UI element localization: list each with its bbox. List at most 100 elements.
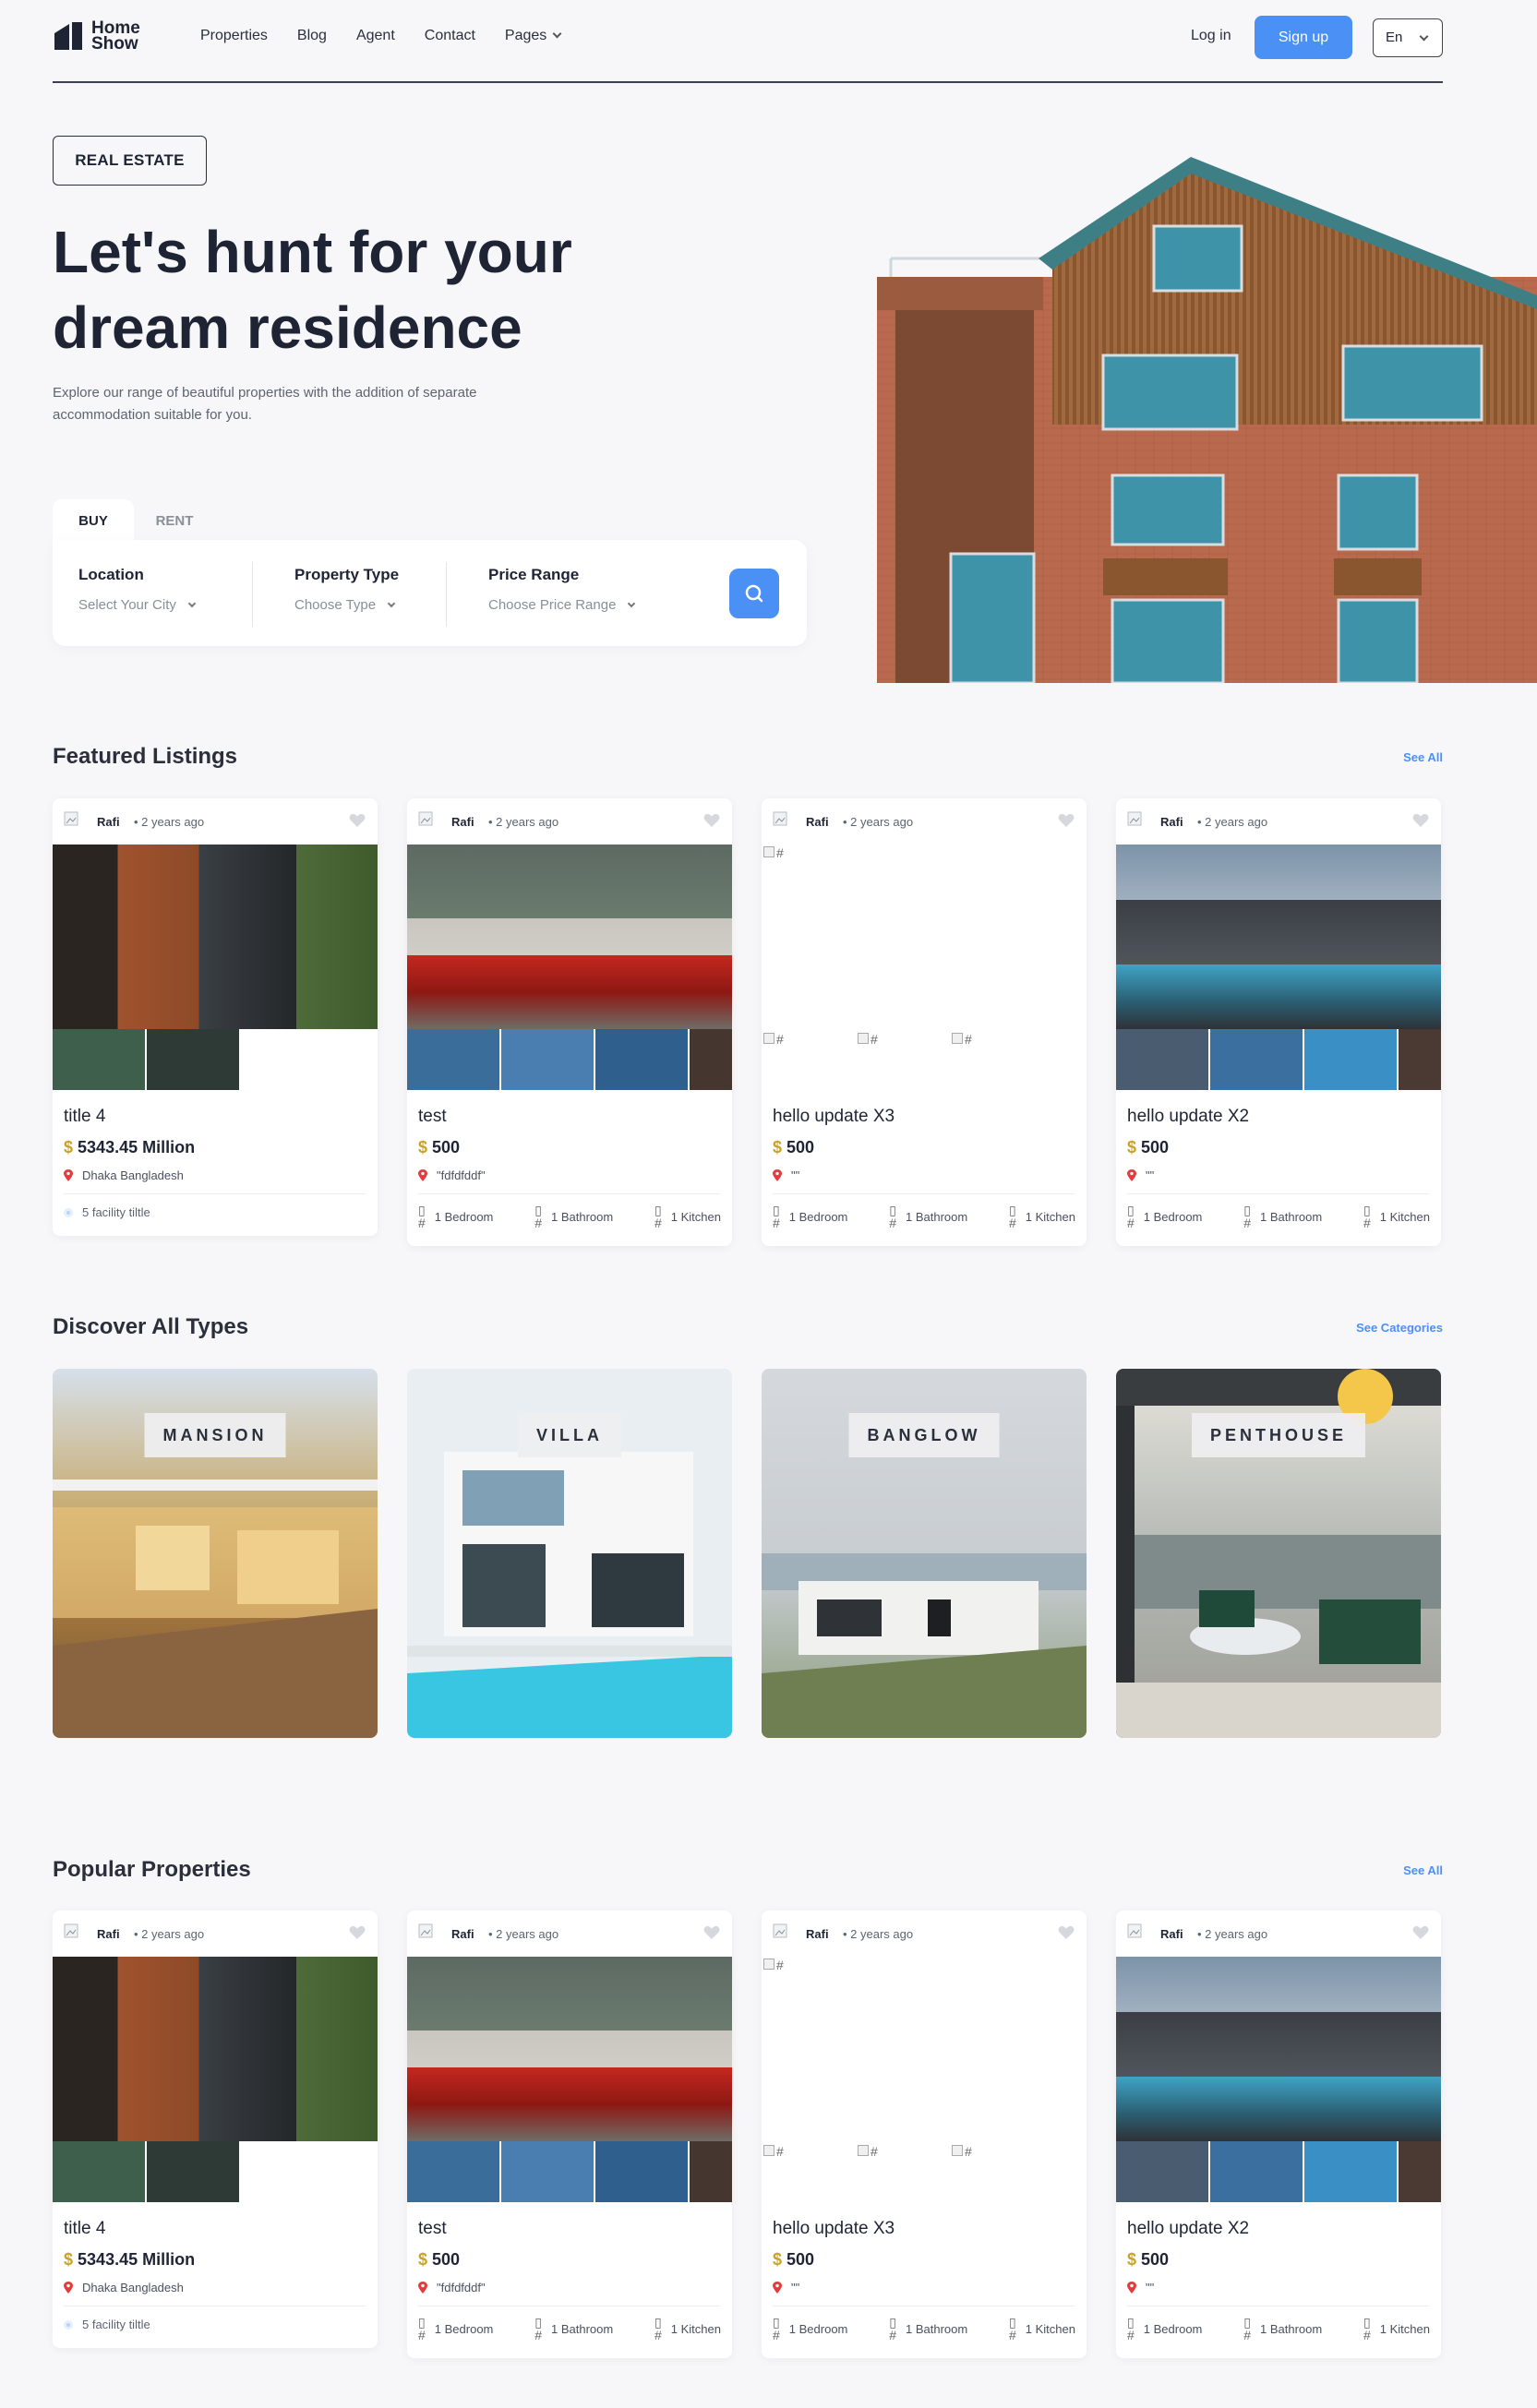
property-main-image[interactable]: #	[762, 1957, 1087, 2141]
property-thumbnail[interactable]	[690, 1029, 732, 1090]
menu-item-blog[interactable]: Blog	[297, 28, 327, 44]
property-thumbnail[interactable]	[1210, 2141, 1303, 2202]
see-categories-link[interactable]: See Categories	[1292, 1321, 1443, 1335]
tab-buy[interactable]: BUY	[53, 499, 134, 544]
location-field[interactable]: Location Select Your City	[78, 566, 197, 613]
price-value: 500	[787, 1138, 815, 1156]
property-thumbnail[interactable]	[53, 1029, 145, 1090]
menu-item-contact[interactable]: Contact	[425, 28, 475, 44]
property-thumbnail[interactable]	[147, 2141, 239, 2202]
property-title[interactable]: hello update X2	[1127, 2219, 1441, 2239]
search-button[interactable]	[729, 569, 779, 618]
language-select[interactable]: En	[1373, 18, 1443, 57]
heart-icon[interactable]	[349, 1925, 366, 1940]
property-card[interactable]: Rafi • 2 years ago hello update X2 $ 500…	[1116, 1911, 1441, 2358]
property-main-image[interactable]: #	[762, 845, 1087, 1029]
tab-rent[interactable]: RENT	[134, 499, 215, 544]
property-thumbnail[interactable]	[595, 1029, 688, 1090]
author-name[interactable]: Rafi	[451, 1927, 474, 1941]
property-thumbnail[interactable]	[407, 1029, 499, 1090]
property-title[interactable]: hello update X3	[773, 2219, 1087, 2239]
property-card[interactable]: Rafi • 2 years ago # # # # hello update X3…	[762, 798, 1087, 1246]
author-name[interactable]: Rafi	[451, 815, 474, 829]
property-thumbnail[interactable]	[501, 2141, 594, 2202]
menu-item-agent[interactable]: Agent	[356, 28, 395, 44]
property-title[interactable]: hello update X2	[1127, 1107, 1441, 1127]
property-main-image[interactable]	[407, 1957, 732, 2141]
property-thumbnail[interactable]: #	[856, 1029, 948, 1090]
signup-button[interactable]: Sign up	[1255, 16, 1352, 59]
divider	[64, 1193, 366, 1194]
heart-icon[interactable]	[1412, 1925, 1429, 1940]
property-thumbnail[interactable]	[241, 2141, 333, 2202]
author-name[interactable]: Rafi	[97, 815, 120, 829]
logo[interactable]: Home Show	[53, 19, 140, 53]
popular-title: Popular Properties	[53, 1857, 251, 1882]
property-thumbnail[interactable]: #	[762, 1029, 854, 1090]
type-card-villa[interactable]: VILLA	[407, 1369, 732, 1738]
chevron-down-icon	[552, 29, 562, 39]
author-name[interactable]: Rafi	[806, 815, 829, 829]
card-header: Rafi • 2 years ago	[407, 798, 732, 845]
property-main-image[interactable]	[407, 845, 732, 1029]
property-main-image[interactable]	[1116, 845, 1441, 1029]
property-thumbnail[interactable]	[241, 1029, 333, 1090]
menu-item-pages[interactable]: Pages	[505, 28, 562, 44]
type-card-penthouse[interactable]: PENTHOUSE	[1116, 1369, 1441, 1738]
property-thumbnail[interactable]	[1304, 2141, 1397, 2202]
popular-see-all-link[interactable]: See All	[1292, 1863, 1443, 1877]
property-thumbnail[interactable]	[53, 2141, 145, 2202]
property-thumbnail[interactable]	[595, 2141, 688, 2202]
property-main-image[interactable]	[53, 845, 378, 1029]
author-name[interactable]: Rafi	[1160, 815, 1183, 829]
property-thumbnail[interactable]: #	[762, 2141, 854, 2202]
type-card-mansion[interactable]: MANSION	[53, 1369, 378, 1738]
property-thumbnail[interactable]	[1116, 1029, 1208, 1090]
property-type-select[interactable]: Choose Type	[294, 597, 399, 613]
property-location: Dhaka Bangladesh	[64, 2281, 378, 2294]
property-main-image[interactable]	[1116, 1957, 1441, 2141]
heart-icon[interactable]	[349, 813, 366, 828]
heart-icon[interactable]	[703, 813, 720, 828]
property-thumbnail[interactable]: #	[950, 1029, 1042, 1090]
property-thumbnail[interactable]	[1116, 2141, 1208, 2202]
type-card-banglow[interactable]: BANGLOW	[762, 1369, 1087, 1738]
property-thumbnail[interactable]	[1399, 2141, 1441, 2202]
property-title[interactable]: hello update X3	[773, 1107, 1087, 1127]
author-name[interactable]: Rafi	[1160, 1927, 1183, 1941]
property-thumbnail[interactable]: #	[856, 2141, 948, 2202]
menu-item-properties[interactable]: Properties	[200, 28, 268, 44]
price-range-field[interactable]: Price Range Choose Price Range	[488, 566, 636, 613]
heart-icon[interactable]	[1412, 813, 1429, 828]
property-title[interactable]: test	[418, 1107, 732, 1127]
property-thumbnail[interactable]	[1399, 1029, 1441, 1090]
author-name[interactable]: Rafi	[806, 1927, 829, 1941]
location-select[interactable]: Select Your City	[78, 597, 197, 613]
property-card[interactable]: Rafi • 2 years ago hello update X2 $ 500…	[1116, 798, 1441, 1246]
property-card[interactable]: Rafi • 2 years ago title 4 $ 5343.45 Mil…	[53, 1911, 378, 2348]
property-thumbnail[interactable]	[690, 2141, 732, 2202]
property-thumbnail[interactable]	[407, 2141, 499, 2202]
property-thumbnail[interactable]	[501, 1029, 594, 1090]
featured-see-all-link[interactable]: See All	[1292, 750, 1443, 764]
heart-icon[interactable]	[1058, 1925, 1075, 1940]
property-card[interactable]: Rafi • 2 years ago test $ 500 "fdfdfddf"…	[407, 798, 732, 1246]
login-link[interactable]: Log in	[1191, 28, 1231, 44]
property-thumbnail[interactable]	[1304, 1029, 1397, 1090]
property-title[interactable]: title 4	[64, 2219, 378, 2239]
property-thumbnail[interactable]	[147, 1029, 239, 1090]
property-thumbnail[interactable]	[1210, 1029, 1303, 1090]
heart-icon[interactable]	[1058, 813, 1075, 828]
author-name[interactable]: Rafi	[97, 1927, 120, 1941]
property-card[interactable]: Rafi • 2 years ago test $ 500 "fdfdfddf"…	[407, 1911, 732, 2358]
property-title[interactable]: title 4	[64, 1107, 378, 1127]
property-main-image[interactable]	[53, 1957, 378, 2141]
property-card[interactable]: Rafi • 2 years ago # # # # hello update X3…	[762, 1911, 1087, 2358]
property-title[interactable]: test	[418, 2219, 732, 2239]
bedroom-count: 1 Bedroom	[1143, 2321, 1203, 2336]
property-type-field[interactable]: Property Type Choose Type	[294, 566, 399, 613]
heart-icon[interactable]	[703, 1925, 720, 1940]
price-range-select[interactable]: Choose Price Range	[488, 597, 636, 613]
property-card[interactable]: Rafi • 2 years ago title 4 $ 5343.45 Mil…	[53, 798, 378, 1236]
property-thumbnail[interactable]: #	[950, 2141, 1042, 2202]
